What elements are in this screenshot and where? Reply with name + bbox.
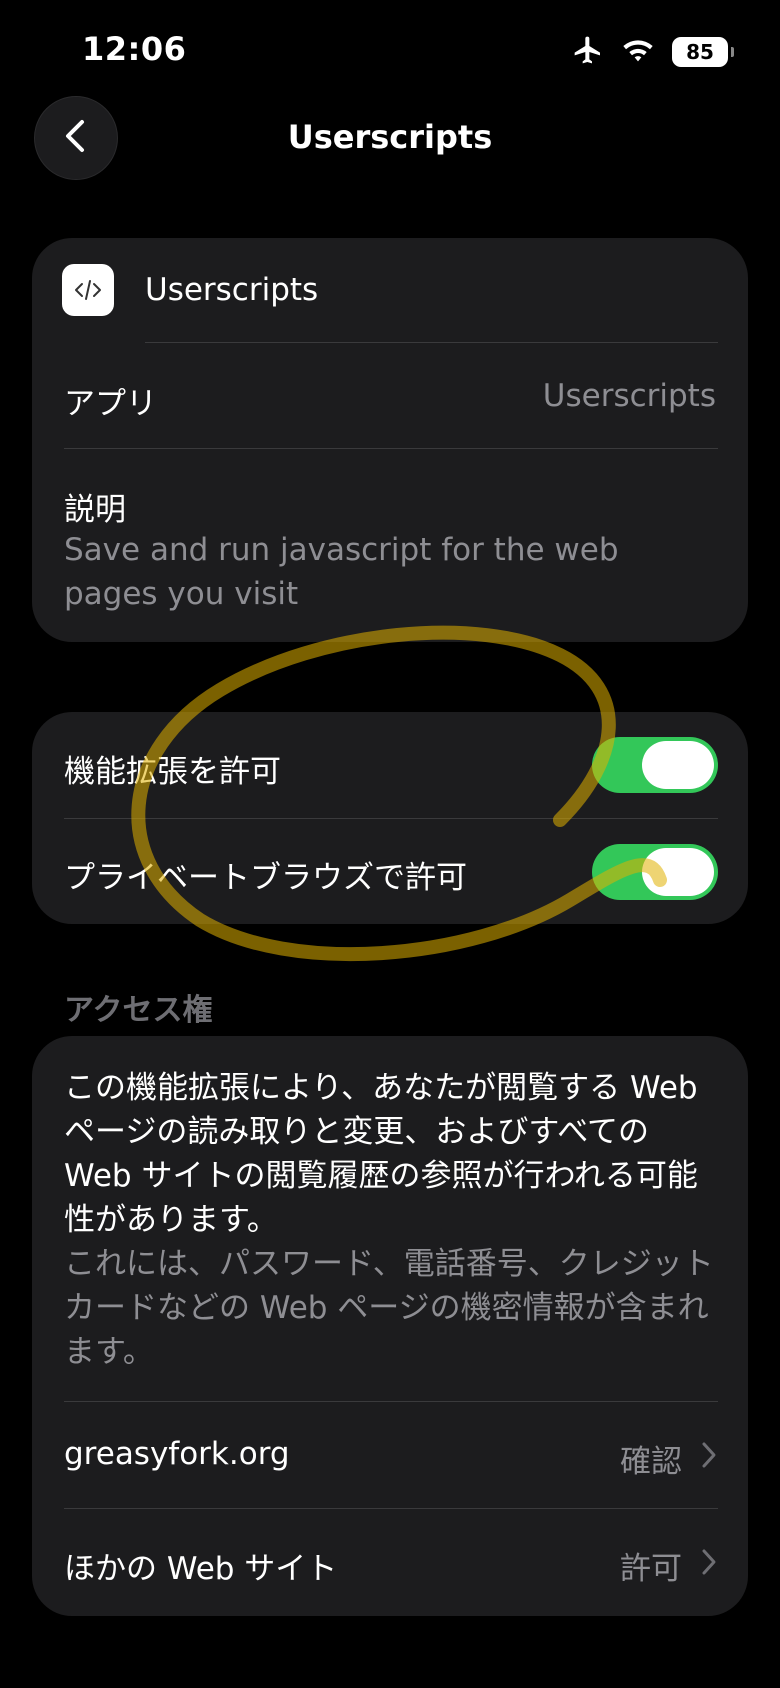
app-label: アプリ [64,386,157,422]
permissions-toggle-card: 機能拡張を許可 プライベートブラウズで許可 [32,712,748,924]
divider [64,448,718,449]
access-main-text: この機能拡張により、あなたが閲覧する Web ページの読み取りと変更、およびすべ… [64,1070,698,1238]
extension-info-card: Userscripts アプリ Userscripts 説明 Save and … [32,238,748,642]
divider [145,342,718,343]
site-row-label: greasyfork.org [64,1436,290,1472]
toggle-knob [642,741,714,789]
description-value: Save and run javascript for the web page… [64,532,619,612]
private-browsing-toggle[interactable] [592,844,718,900]
access-card: この機能拡張により、あなたが閲覧する Web ページの読み取りと変更、およびすべ… [32,1036,748,1616]
wifi-icon [622,36,654,68]
toggle-label-private-browsing: プライベートブラウズで許可 [64,860,467,896]
app-value: Userscripts [542,378,716,414]
access-sub-text: これには、パスワード、電話番号、クレジットカードなどの Web ページの機密情報… [64,1246,714,1370]
access-section-header: アクセス権 [64,993,213,1028]
site-row-value: 確認 [620,1444,682,1480]
access-description: この機能拡張により、あなたが閲覧する Web ページの読み取りと変更、およびすべ… [64,1066,724,1374]
status-time: 12:06 [82,30,187,68]
site-row-other-websites[interactable]: ほかの Web サイト 許可 [32,1509,748,1615]
extension-name: Userscripts [145,272,319,308]
status-bar: 12:06 85 [0,0,780,100]
chevron-right-icon [700,1440,718,1474]
site-row-label: ほかの Web サイト [64,1551,338,1587]
code-icon [62,264,114,316]
battery-icon: 85 [672,37,734,67]
chevron-right-icon [700,1547,718,1581]
toggle-knob [642,848,714,896]
site-row-greasyfork[interactable]: greasyfork.org 確認 [32,1402,748,1508]
status-icons: 85 [572,34,734,70]
toggle-label-allow-extension: 機能拡張を許可 [64,754,281,790]
airplane-icon [572,34,604,70]
divider [64,818,718,819]
allow-extension-toggle[interactable] [592,737,718,793]
site-row-value: 許可 [620,1551,682,1587]
settings-screen: 12:06 85 Userscripts Userscripts アプリ Use… [0,0,780,1688]
page-title: Userscripts [287,118,493,156]
description-label: 説明 [64,492,126,528]
